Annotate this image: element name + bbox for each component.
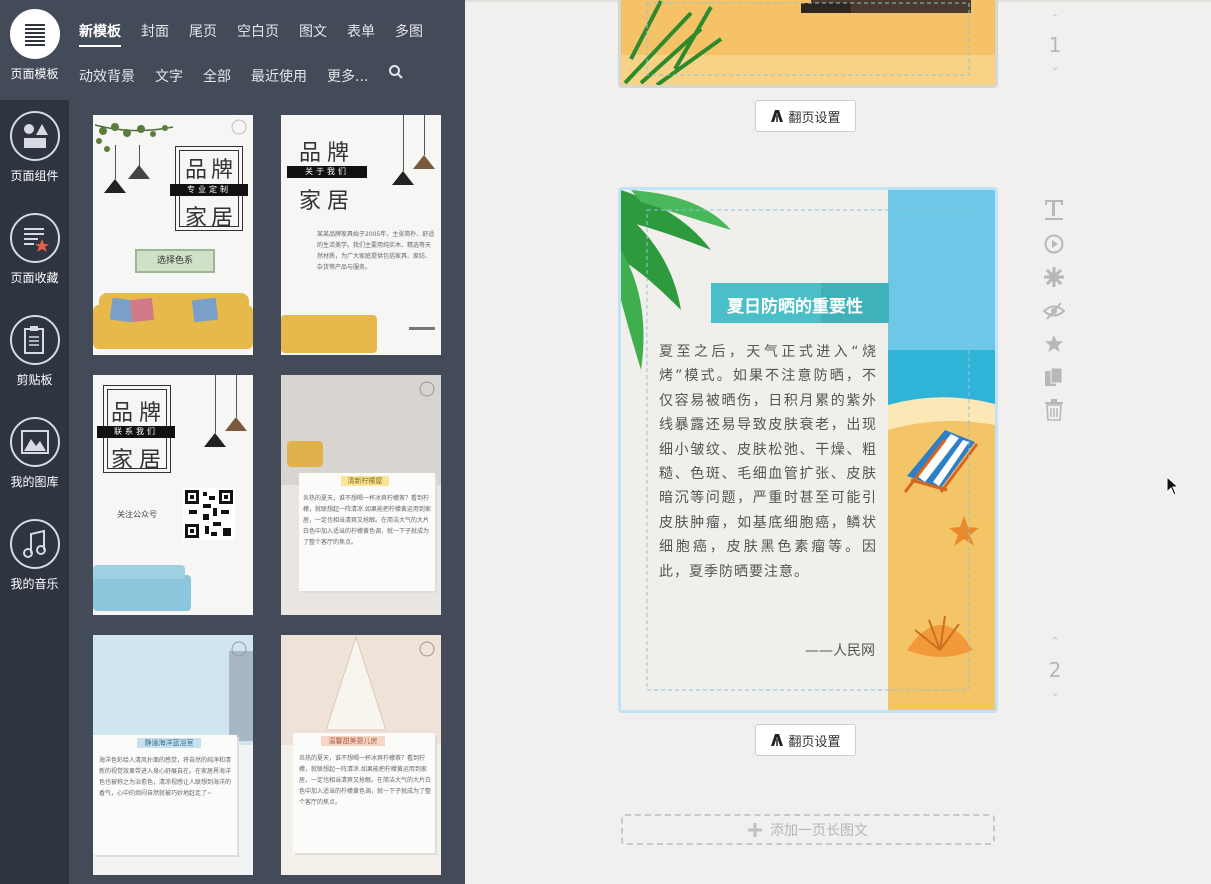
rail-item-clipboard[interactable]: 剪贴板 [0, 315, 69, 388]
template-thumb-ocean-bath[interactable]: 静谧海洋蓝浴室 海洋色彩给人清风扑面的感觉，将自然的纯净和清新的视觉效果带进入身… [93, 635, 253, 875]
rail-label: 剪贴板 [16, 373, 53, 387]
thumb-label: 温馨甜美婴儿房 [321, 736, 385, 746]
tab-blank-page[interactable]: 空白页 [237, 21, 279, 41]
chevron-up-icon[interactable]: ⌃ [1045, 635, 1065, 648]
thumb-tag: 联系我们 [97, 426, 175, 438]
eye-slash-icon[interactable] [1042, 299, 1066, 323]
template-thumb-brand-about[interactable]: 品牌 关于我们 家居 某某品牌家具始于2005年，主张简朴、舒适的生活美学。我们… [281, 115, 441, 355]
clipboard-icon [9, 315, 60, 365]
search-icon[interactable] [388, 64, 404, 84]
chevron-up-icon[interactable]: ⌃ [1045, 12, 1065, 25]
flip-label: 翻页设置 [788, 734, 841, 750]
thumb-tag: 专业定制 [170, 184, 248, 196]
template-badge-icon [419, 381, 435, 397]
template-thumb-brand-contact[interactable]: 品牌 联系我们 家居 关注公众号 [93, 375, 253, 615]
tab-text[interactable]: 文字 [155, 66, 183, 86]
thumb-tag: 关于我们 [287, 166, 367, 178]
thumb-title: 家 [185, 206, 208, 231]
tab-new-templates[interactable]: 新模板 [79, 21, 121, 47]
article-title[interactable]: 夏日防晒的重要性 [716, 292, 874, 317]
trash-icon[interactable] [1042, 398, 1066, 422]
gear-icon[interactable] [1042, 265, 1066, 289]
canopy-decoration-icon [325, 635, 387, 731]
template-thumb-brand-home-1[interactable]: 品 牌 专业定制 家 居 选择色系 [93, 115, 253, 355]
flip-label: 翻页设置 [788, 110, 841, 126]
tab-more[interactable]: 更多... [327, 66, 368, 86]
thumb-title: 品 [185, 158, 208, 183]
thumb-label: 清新柠檬屋 [341, 476, 389, 486]
rail-label: 页面模板 [10, 67, 59, 81]
plus-icon [748, 822, 762, 837]
editor-canvas: ⌃ 1 ⌄ 翻页设置 夏日防晒的重要性 夏至之后，天气正式进入“烧烤”模式。如果… [465, 0, 1211, 884]
rail-item-page-components[interactable]: 页面组件 [0, 111, 69, 184]
add-long-page-label: 添加一页长图文 [770, 822, 868, 839]
rail-label: 页面收藏 [10, 271, 59, 285]
template-thumb-lemon-house[interactable]: 清新柠檬屋 炎热的夏天，谁不想喝一杯冰爽柠檬茶？看到柠檬，就联想起一阵清凉.如果… [281, 375, 441, 615]
qr-code-icon [183, 488, 235, 540]
thumb-body-text: 海洋色彩给人清风扑面的感觉，将自然的纯净和清新的视觉效果带进入身心舒展自在。在家… [99, 757, 232, 797]
tab-end-page[interactable]: 尾页 [189, 21, 217, 41]
flip-icon [771, 734, 784, 746]
rail-item-page-favorites[interactable]: 页面收藏 [0, 213, 69, 286]
tab-animated-bg[interactable]: 动效背景 [79, 66, 135, 86]
thumb-title: 牌 [211, 158, 234, 183]
template-badge-icon [419, 641, 435, 657]
rail-item-my-music[interactable]: 我的音乐 [0, 519, 69, 592]
rail-item-page-templates[interactable]: 页面模板 [0, 0, 69, 100]
add-long-page-button[interactable]: 添加一页长图文 [621, 814, 995, 845]
favorites-list-icon [9, 213, 60, 263]
mountain-image-icon [9, 417, 60, 467]
template-thumb-baby-room[interactable]: 温馨甜美婴儿房 炎热的夏天，谁不想喝一杯冰爽柠檬茶？看到柠檬，就联想起一阵清凉.… [281, 635, 441, 875]
rail-label: 我的图库 [10, 475, 59, 489]
flip-icon [771, 110, 784, 122]
tab-multi-image[interactable]: 多图 [395, 21, 423, 41]
tab-cover[interactable]: 封面 [141, 21, 169, 41]
rail-label: 页面组件 [10, 169, 59, 183]
page-1-preview[interactable] [618, 0, 998, 88]
flip-settings-button-2[interactable]: 翻页设置 [755, 724, 856, 756]
list-lines-icon [9, 9, 60, 59]
thumb-body-text: 炎热的夏天，谁不想喝一杯冰爽柠檬茶？看到柠檬，就联想起一阵清凉.如果能把柠檬黄运… [303, 495, 431, 546]
thumb-body-text: 炎热的夏天，谁不想喝一杯冰爽柠檬茶？看到柠檬，就联想起一阵清凉.如果能把柠檬黄运… [299, 755, 432, 806]
mouse-cursor-icon [1166, 476, 1180, 496]
page-number: 1 [1048, 33, 1062, 57]
tab-all[interactable]: 全部 [203, 66, 231, 86]
thumb-button: 选择色系 [135, 249, 215, 273]
page-2-canvas[interactable]: 夏日防晒的重要性 夏至之后，天气正式进入“烧烤”模式。如果不注意防晒，不仅容易被… [618, 187, 998, 713]
text-tool-icon[interactable] [1042, 198, 1066, 222]
rail-item-my-gallery[interactable]: 我的图库 [0, 417, 69, 490]
article-body[interactable]: 夏至之后，天气正式进入“烧烤”模式。如果不注意防晒，不仅容易被晒伤，日积月累的紫… [659, 340, 877, 584]
thumb-title: 品牌 [111, 401, 168, 426]
left-rail: 页面模板 页面组件 页面收藏 剪贴板 我的图库 我的音乐 [0, 0, 69, 884]
tab-recent[interactable]: 最近使用 [251, 66, 307, 86]
star-icon[interactable] [1042, 332, 1066, 356]
tab-image-text[interactable]: 图文 [299, 21, 327, 41]
chevron-down-icon[interactable]: ⌄ [1045, 60, 1065, 73]
beach-background-image [621, 0, 995, 85]
page-number: 2 [1048, 658, 1062, 682]
template-badge-icon [231, 641, 247, 657]
rail-label: 我的音乐 [10, 577, 59, 591]
thumb-title: 家居 [111, 448, 168, 473]
article-source[interactable]: ——人民网 [771, 640, 875, 660]
shapes-icon [9, 111, 60, 161]
tab-form[interactable]: 表单 [347, 21, 375, 41]
play-circle-icon[interactable] [1042, 232, 1066, 256]
thumb-label: 静谧海洋蓝浴室 [137, 738, 201, 748]
thumb-title: 品牌 [299, 141, 356, 166]
thumb-body-text: 某某品牌家具始于2005年，主张简朴、舒适的生活美学。我们主要用纯实木、精选等天… [317, 231, 435, 271]
template-panel: 新模板 封面 尾页 空白页 图文 表单 多图 动效背景 文字 全部 最近使用 更… [69, 0, 465, 884]
music-note-icon [9, 519, 60, 569]
thumb-title: 家居 [299, 189, 356, 214]
thumb-title: 居 [211, 206, 234, 231]
thumb-follow-text: 关注公众号 [117, 510, 157, 519]
flip-settings-button-1[interactable]: 翻页设置 [755, 100, 856, 132]
chevron-down-icon[interactable]: ⌄ [1045, 686, 1065, 699]
copy-icon[interactable] [1042, 365, 1066, 389]
